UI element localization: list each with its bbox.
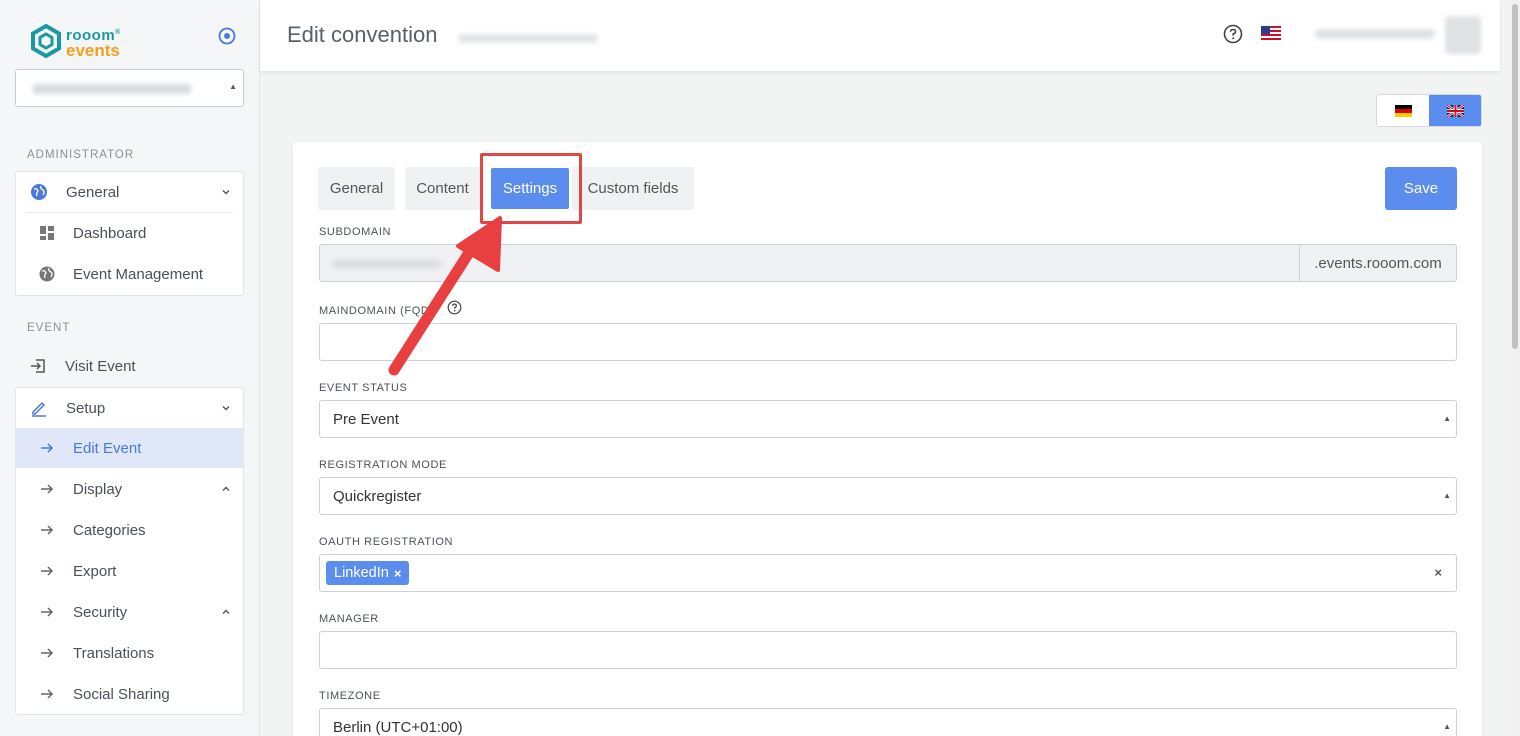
tab-custom-fields[interactable]: Custom fields [572, 167, 694, 210]
globe-icon [39, 266, 55, 282]
arrow-right-icon [41, 648, 54, 658]
nav-setup-label: Setup [66, 399, 106, 417]
save-button[interactable]: Save [1385, 167, 1457, 210]
event-name-redacted [458, 34, 598, 43]
logo-hex-icon [31, 24, 61, 58]
help-icon[interactable] [1223, 24, 1243, 44]
clear-selection-icon[interactable]: × [1434, 565, 1442, 580]
oauth-chip-linkedin[interactable]: LinkedIn × [326, 561, 410, 585]
chevron-up-icon [222, 609, 230, 614]
us-flag-icon[interactable] [1261, 26, 1281, 40]
scrollbar-thumb[interactable] [1512, 4, 1518, 349]
lang-de-button[interactable] [1377, 95, 1429, 126]
nav-display-label: Display [73, 480, 123, 498]
chevron-down-icon [222, 190, 230, 195]
timezone-label: TIMEZONE [319, 690, 381, 702]
nav-general[interactable]: General [16, 172, 243, 212]
nav-translations-label: Translations [73, 644, 155, 662]
caret-up-icon: ▲ [1443, 414, 1451, 423]
chevron-up-icon [222, 486, 230, 491]
arrow-right-icon [41, 607, 54, 617]
page-scrollbar[interactable] [1510, 0, 1520, 736]
event-status-label: EVENT STATUS [319, 382, 408, 394]
timezone-value: Berlin (UTC+01:00) [333, 719, 463, 736]
nav-display[interactable]: Display [16, 469, 243, 509]
nav-translations[interactable]: Translations [16, 633, 243, 673]
nav-dashboard[interactable]: Dashboard [16, 213, 243, 253]
timezone-select[interactable]: Berlin (UTC+01:00) ▲ [319, 708, 1457, 736]
caret-up-icon: ▲ [229, 82, 237, 91]
arrow-right-icon [41, 689, 54, 699]
brand-logo[interactable]: rooom® events [30, 24, 121, 60]
nav-general-label: General [66, 183, 120, 201]
oauth-registration-label: OAUTH REGISTRATION [319, 536, 454, 548]
section-label-administrator: ADMINISTRATOR [27, 149, 135, 161]
page-title: Edit convention [287, 22, 438, 47]
subdomain-suffix: .events.rooom.com [1299, 245, 1456, 281]
caret-up-icon: ▲ [1443, 722, 1451, 731]
oauth-registration-select[interactable]: LinkedIn × × [319, 554, 1457, 592]
registration-mode-label: REGISTRATION MODE [319, 459, 447, 471]
event-status-value: Pre Event [333, 411, 399, 428]
nav-export-label: Export [73, 562, 117, 580]
setup-group: Setup Edit Event Display Categories Expo… [15, 387, 244, 715]
nav-security[interactable]: Security [16, 592, 243, 632]
nav-visit-event[interactable]: Visit Event [15, 346, 242, 386]
uk-flag-icon [1447, 105, 1464, 117]
caret-up-icon: ▲ [1443, 491, 1451, 500]
chevron-down-icon [222, 406, 230, 411]
logo-line2: events [66, 40, 120, 60]
nav-export[interactable]: Export [16, 551, 243, 591]
nav-security-label: Security [73, 603, 128, 621]
nav-social-sharing[interactable]: Social Sharing [16, 674, 243, 714]
arrow-right-icon [41, 443, 54, 453]
nav-event-management-label: Event Management [73, 265, 204, 283]
nav-visit-event-label: Visit Event [65, 357, 136, 375]
nav-edit-event[interactable]: Edit Event [16, 428, 243, 468]
tab-content[interactable]: Content [405, 167, 480, 210]
manager-input[interactable] [319, 631, 1457, 669]
admin-group: General Dashboard Event Management [15, 171, 244, 296]
nav-social-sharing-label: Social Sharing [73, 685, 170, 703]
section-label-event: EVENT [27, 322, 71, 334]
chip-remove-icon[interactable]: × [394, 566, 402, 581]
dashboard-icon [40, 226, 54, 240]
arrow-right-icon [41, 484, 54, 494]
nav-categories-label: Categories [73, 521, 146, 539]
nav-dashboard-label: Dashboard [73, 224, 147, 242]
oauth-chip-label: LinkedIn [334, 565, 389, 581]
pencil-icon [32, 401, 46, 417]
arrow-right-icon [41, 566, 54, 576]
user-name-redacted[interactable] [1315, 29, 1435, 39]
annotation-arrow-icon [388, 216, 502, 376]
sidebar: rooom® events ▲ ADMINISTRATOR General Da… [0, 0, 260, 736]
event-status-select[interactable]: Pre Event ▲ [319, 400, 1457, 438]
logo-text: rooom® events [66, 25, 121, 60]
registration-mode-select[interactable]: Quickregister ▲ [319, 477, 1457, 515]
tab-general[interactable]: General [318, 167, 395, 210]
language-toggle [1376, 94, 1482, 127]
arrow-right-icon [41, 525, 54, 535]
nav-event-management[interactable]: Event Management [16, 254, 243, 294]
nav-categories[interactable]: Categories [16, 510, 243, 550]
globe-icon [31, 184, 47, 200]
registration-mode-value: Quickregister [333, 488, 422, 505]
manager-label: MANAGER [319, 613, 379, 625]
organization-select[interactable]: ▲ [15, 69, 244, 107]
nav-edit-event-label: Edit Event [73, 439, 142, 457]
target-icon[interactable] [218, 27, 236, 45]
logo-registered-mark: ® [115, 28, 121, 36]
lang-en-button[interactable] [1429, 95, 1481, 126]
organization-name-redacted [32, 84, 192, 94]
top-header: Edit convention [260, 0, 1500, 71]
sign-in-icon [31, 359, 45, 373]
de-flag-icon [1395, 105, 1412, 117]
avatar[interactable] [1445, 16, 1481, 54]
nav-setup[interactable]: Setup [16, 388, 243, 428]
